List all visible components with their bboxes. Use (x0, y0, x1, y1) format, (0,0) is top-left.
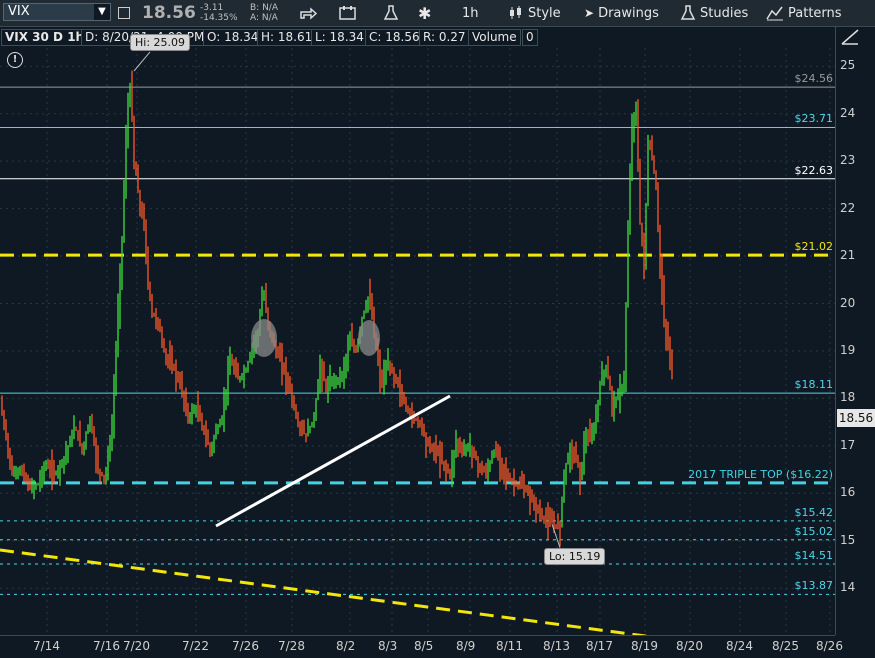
support-trendline[interactable] (215, 394, 451, 528)
studies-label: Studies (700, 5, 749, 21)
high-value: H: 18.61 (257, 29, 317, 46)
symbol-selector[interactable]: VIX ▼ (3, 3, 111, 21)
low-value: L: 18.34 (311, 29, 368, 46)
open-value: O: 18.34 (203, 29, 263, 46)
candles-icon (510, 6, 521, 19)
x-tick-label: 8/26 (816, 639, 843, 653)
y-tick-label: 14 (840, 580, 856, 595)
price-level-label: $21.02 (794, 240, 834, 254)
x-tick-label: 8/2 (336, 639, 356, 653)
expand-icon[interactable] (118, 0, 130, 26)
patterns-label: Patterns (788, 5, 842, 21)
x-tick-label: 7/28 (278, 639, 305, 653)
price-level-label: $13.87 (794, 579, 834, 593)
flask-icon[interactable] (382, 0, 400, 26)
x-tick-label: 8/20 (676, 639, 703, 653)
y-tick-label: 23 (840, 153, 856, 168)
high-callout: Hi: 25.09 (130, 33, 191, 51)
chart-info-bar: VIX 30 D 1h D: 8/20/21, 4:00 PM O: 18.34… (0, 27, 835, 47)
x-tick-label: 8/24 (726, 639, 753, 653)
drawings-button[interactable]: ➤ Drawings (584, 0, 659, 26)
gear-icon[interactable]: ✱ (418, 0, 431, 26)
x-tick-label: 7/16 (93, 639, 120, 653)
volume-value: 0 (522, 29, 538, 46)
x-tick-label: 8/5 (414, 639, 434, 653)
x-tick-label: 7/22 (182, 639, 209, 653)
share-icon[interactable] (298, 0, 318, 26)
close-value: C: 18.56 (365, 29, 424, 46)
y-tick-label: 16 (840, 485, 856, 500)
x-tick-label: 8/17 (586, 639, 613, 653)
y-tick-label: 21 (840, 248, 856, 263)
highlight-ellipse[interactable] (358, 320, 380, 356)
price-level-label: $24.56 (794, 72, 834, 86)
y-tick-label: 24 (840, 105, 856, 120)
x-tick-label: 8/25 (772, 639, 799, 653)
y-tick-label: 15 (840, 532, 856, 547)
price-level-label: $22.63 (794, 163, 834, 177)
x-tick-label: 8/11 (496, 639, 523, 653)
drawings-label: Drawings (598, 5, 659, 21)
x-tick-label: 8/9 (456, 639, 476, 653)
low-callout: Lo: 15.19 (544, 547, 606, 565)
y-tick-label: 25 (840, 58, 856, 73)
bid-ask-block: B: N/A A: N/A (250, 0, 278, 26)
timeframe-button[interactable]: 1h (462, 0, 479, 26)
flask-icon (680, 5, 696, 20)
high-callout-pointer (133, 51, 151, 72)
net-change: -3.11 (200, 3, 224, 13)
price-level-label: $18.11 (794, 378, 834, 392)
ask: A: N/A (250, 13, 278, 23)
y-tick-label: 17 (840, 437, 856, 452)
price-level-label: $15.42 (794, 505, 834, 519)
x-tick-label: 7/14 (33, 639, 60, 653)
style-button[interactable]: Style (507, 0, 561, 26)
pct-change: -14.35% (200, 13, 238, 23)
trendline-tool-icon[interactable] (839, 28, 861, 46)
last-price-tag: 18.56 (837, 409, 875, 427)
calendar-icon[interactable] (338, 0, 358, 26)
info-icon[interactable]: ! (7, 52, 23, 68)
highlight-ellipse[interactable] (251, 319, 277, 357)
x-tick-label: 7/20 (123, 639, 150, 653)
x-axis-border (0, 635, 835, 636)
price-chart[interactable] (0, 48, 835, 635)
x-tick-label: 8/19 (631, 639, 658, 653)
chart-title: VIX 30 D 1h (1, 29, 89, 46)
patterns-button[interactable]: Patterns (766, 0, 842, 26)
x-tick-label: 8/3 (378, 639, 398, 653)
chevron-down-icon[interactable]: ▼ (94, 4, 110, 20)
y-tick-label: 18 (840, 390, 856, 405)
price-level-label: $15.02 (794, 524, 834, 538)
patterns-icon (766, 6, 783, 21)
cursor-icon: ➤ (584, 6, 595, 20)
y-tick-label: 20 (840, 295, 856, 310)
range-value: R: 0.27 (419, 29, 470, 46)
y-axis-border (835, 27, 836, 635)
net-change-block: -3.11 -14.35% (200, 0, 238, 26)
volume-label: Volume (468, 29, 521, 46)
x-tick-label: 7/26 (232, 639, 259, 653)
price-level-label: $14.51 (794, 549, 834, 562)
symbol-text: VIX (8, 4, 30, 19)
y-tick-label: 22 (840, 200, 856, 215)
studies-button[interactable]: Studies (679, 0, 748, 26)
last-price: 18.56 (142, 3, 196, 23)
y-tick-label: 19 (840, 342, 856, 357)
price-level-label: $23.71 (794, 112, 834, 126)
price-level-label: 2017 TRIPLE TOP ($16.22) (688, 467, 833, 481)
chart-toolbar: VIX ▼ 18.56 -3.11 -14.35% B: N/A A: N/A … (0, 0, 875, 27)
x-tick-label: 8/13 (543, 639, 570, 653)
bid: B: N/A (250, 3, 278, 13)
style-label: Style (528, 5, 561, 21)
